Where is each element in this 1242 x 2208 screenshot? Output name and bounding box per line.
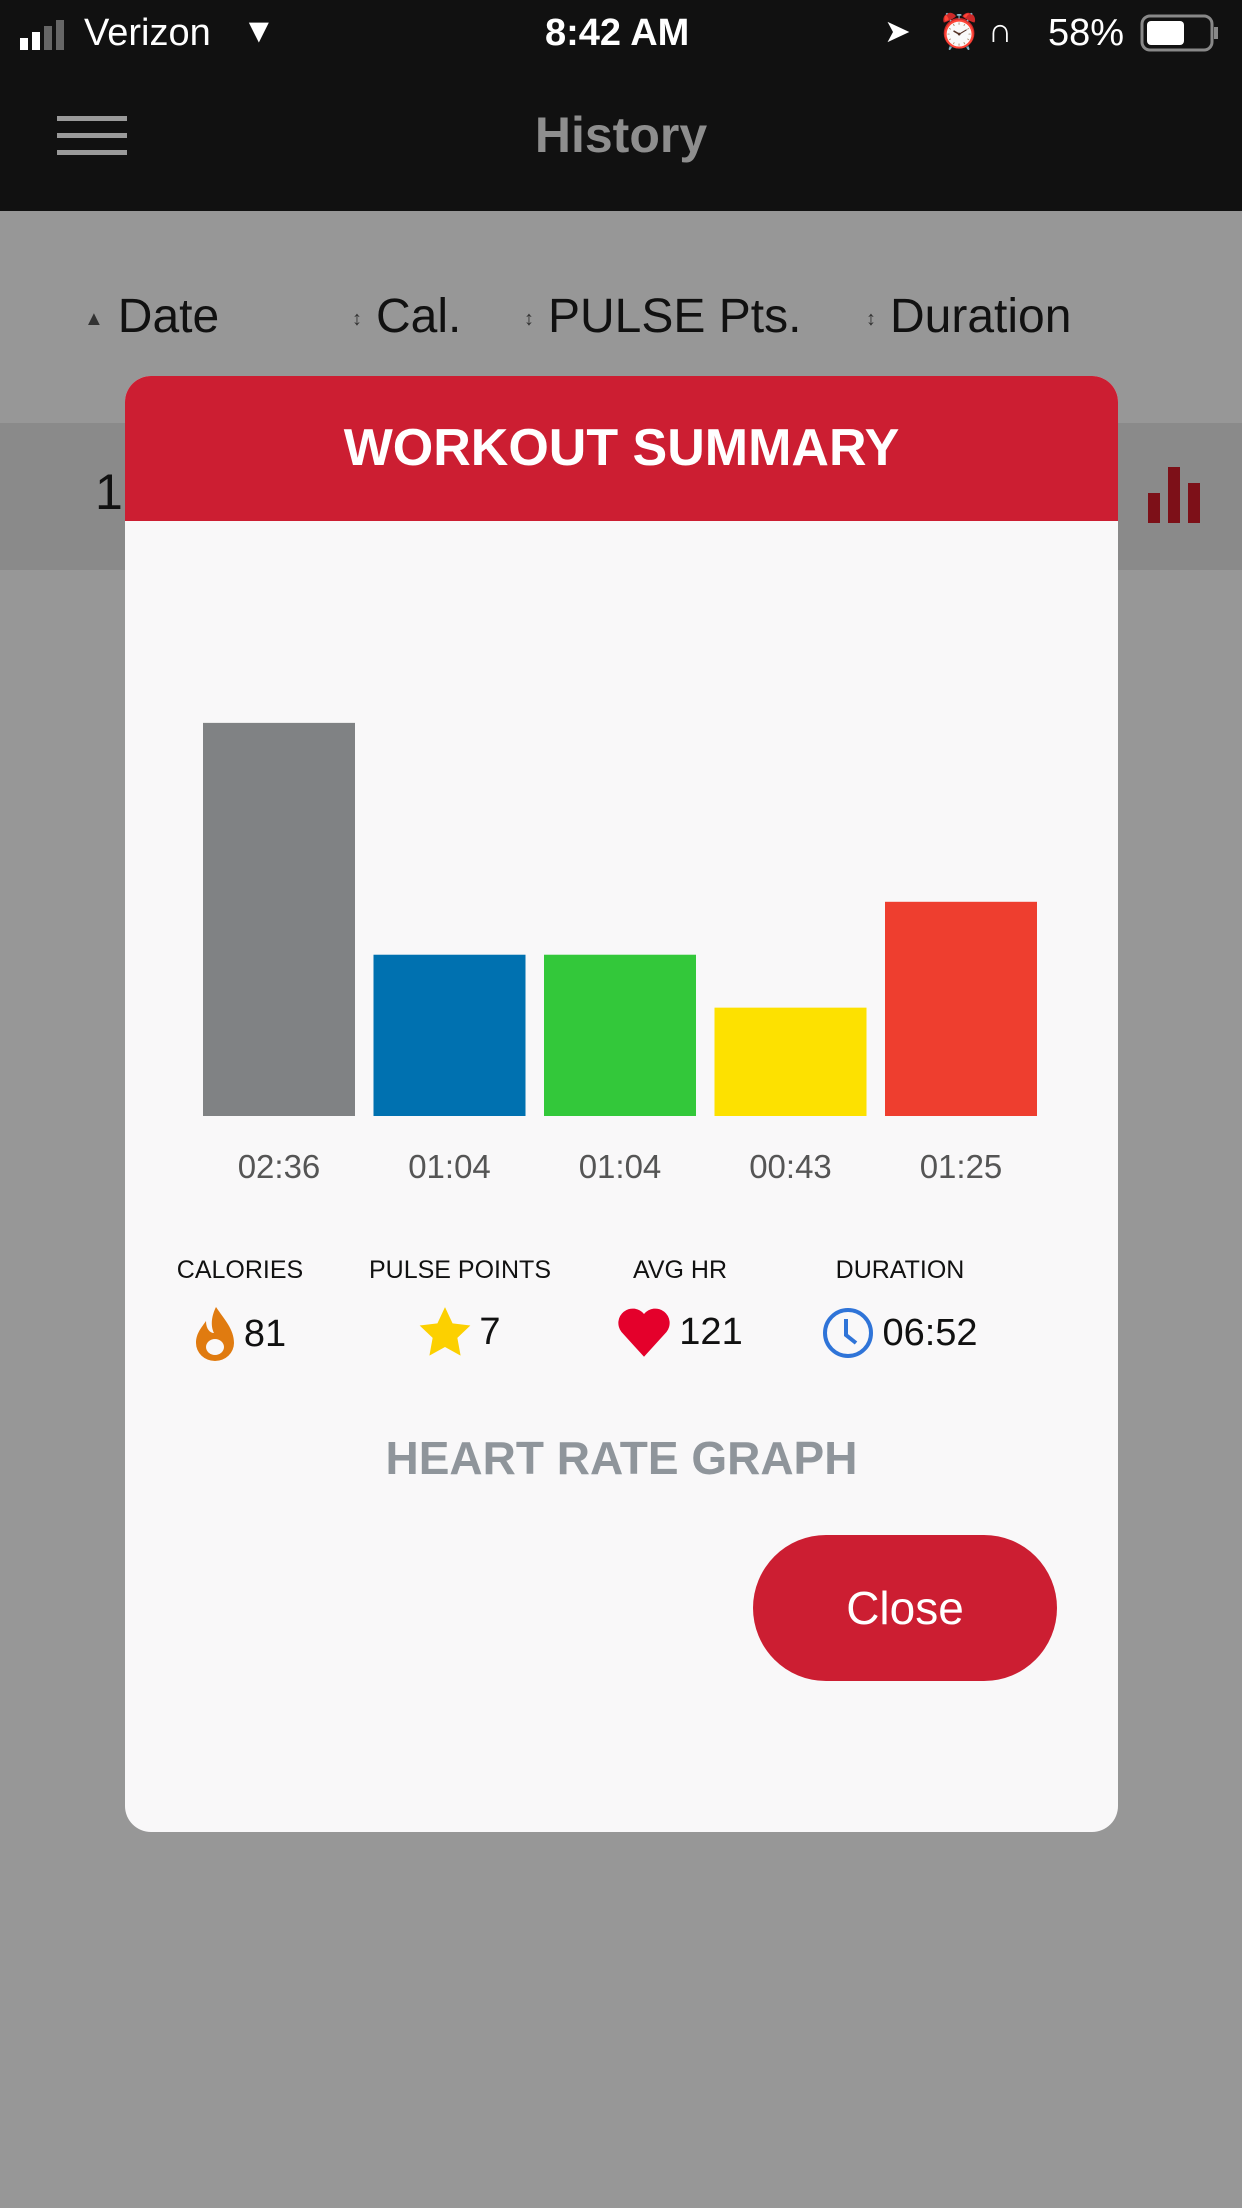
bar-chart-icon[interactable] xyxy=(1148,467,1204,523)
status-bar: Verizon ▼ 8:42 AM ➤ ⏰ ∩ 58% xyxy=(0,0,1242,70)
stat-value: 06:52 xyxy=(882,1311,978,1354)
sort-icon: ↕ xyxy=(866,307,876,330)
bar-label: 01:04 xyxy=(579,1148,662,1185)
stat-value: 121 xyxy=(679,1310,743,1353)
close-button[interactable]: Close xyxy=(753,1535,1057,1681)
sort-date[interactable]: ▲ Date xyxy=(84,289,219,344)
flame-icon xyxy=(195,1307,234,1361)
stat-label: AVG HR xyxy=(633,1256,727,1284)
stat-pulse-points: PULSE POINTS 7 xyxy=(345,1256,575,1357)
column-label: Date xyxy=(117,290,220,343)
bar-label: 00:43 xyxy=(749,1148,832,1185)
stat-calories: CALORIES 81 xyxy=(125,1256,355,1361)
stat-value: 7 xyxy=(479,1310,501,1353)
stat-value: 81 xyxy=(243,1312,287,1355)
sort-calories[interactable]: ↕ Cal. xyxy=(352,289,461,344)
bar xyxy=(544,954,696,1116)
column-label: Cal. xyxy=(376,290,462,343)
bar xyxy=(203,722,355,1116)
page-title: History xyxy=(534,107,708,163)
row-date: 1 xyxy=(95,464,123,520)
stat-label: CALORIES xyxy=(176,1256,304,1284)
stat-label: DURATION xyxy=(835,1256,965,1284)
headphones-icon: ∩ xyxy=(988,12,1013,50)
signal-icon xyxy=(20,20,74,50)
stat-duration: DURATION 06:52 xyxy=(785,1256,1015,1359)
alarm-icon: ⏰ xyxy=(938,13,981,51)
bar xyxy=(885,901,1037,1116)
battery-percent: 58% xyxy=(1048,12,1125,54)
clock-icon xyxy=(823,1308,874,1358)
location-icon: ➤ xyxy=(884,13,911,49)
bar-label: 01:04 xyxy=(408,1148,491,1185)
bar xyxy=(373,954,526,1116)
sort-duration[interactable]: ↕ Duration xyxy=(866,289,1071,344)
clock-time: 8:42 AM xyxy=(545,12,690,54)
carrier: Verizon xyxy=(84,12,211,54)
column-label: Duration xyxy=(890,290,1072,343)
dialog-title: WORKOUT SUMMARY xyxy=(125,376,1118,521)
bar-label: 02:36 xyxy=(238,1148,321,1185)
stat-avg-hr: AVG HR 121 xyxy=(565,1256,795,1357)
battery-icon xyxy=(1140,14,1220,64)
bar xyxy=(714,1007,867,1116)
wifi-icon: ▼ xyxy=(242,12,276,50)
stat-label: PULSE POINTS xyxy=(369,1256,551,1284)
sort-pulse-points[interactable]: ↕ PULSE Pts. xyxy=(524,289,801,344)
sort-icon: ↕ xyxy=(352,307,362,330)
bar-label: 01:25 xyxy=(920,1148,1003,1185)
duration-bar-chart: 02:36 01:04 01:04 00:43 01:25 xyxy=(203,722,1037,1185)
nav-bar: History xyxy=(0,70,1242,211)
sort-icon: ↕ xyxy=(524,307,534,330)
star-icon xyxy=(420,1307,471,1356)
workout-summary-dialog: WORKOUT SUMMARY 02:36 01:04 01:04 00:43 01:2… xyxy=(125,376,1118,1832)
heart-icon xyxy=(618,1308,670,1357)
heart-rate-graph-label[interactable]: HEART RATE GRAPH xyxy=(125,1431,1118,1485)
column-label: PULSE Pts. xyxy=(548,290,802,343)
sort-asc-icon: ▲ xyxy=(84,307,104,330)
